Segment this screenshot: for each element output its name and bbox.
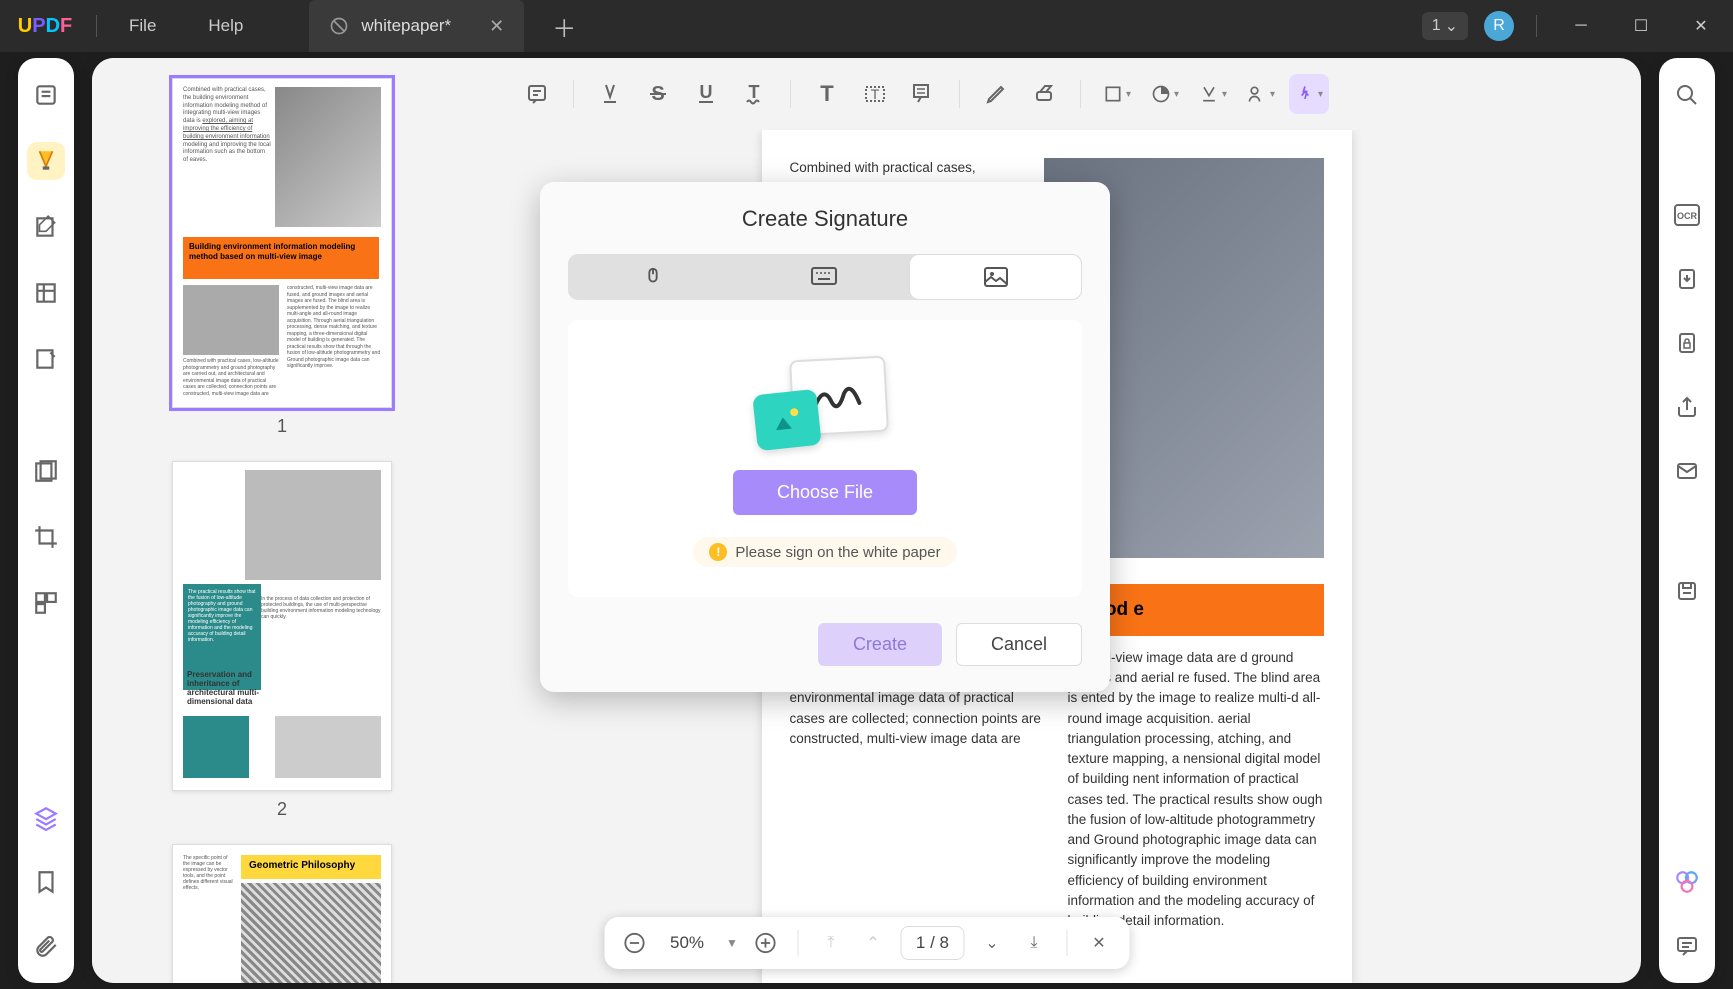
tab-title: whitepaper* (361, 16, 451, 36)
title-bar: UPDF File Help whitepaper* ✕ ＋ 1 ⌄ R ─ ☐… (0, 0, 1733, 52)
create-signature-dialog: Create Signature Choose File !Please sig… (540, 182, 1110, 692)
tab-close-button[interactable]: ✕ (489, 16, 504, 37)
create-button[interactable]: Create (818, 623, 942, 666)
divider (1536, 15, 1537, 37)
divider (96, 15, 97, 37)
user-avatar[interactable]: R (1484, 11, 1514, 41)
signature-method-tabs (568, 254, 1082, 300)
menu-help[interactable]: Help (182, 16, 269, 36)
document-tab[interactable]: whitepaper* ✕ (309, 0, 524, 52)
cancel-button[interactable]: Cancel (956, 623, 1082, 666)
blocked-icon (329, 16, 349, 36)
app-logo: UPDF (0, 15, 90, 38)
dialog-title: Create Signature (568, 206, 1082, 232)
window-maximize-button[interactable]: ☐ (1619, 6, 1663, 46)
choose-file-button[interactable]: Choose File (733, 470, 917, 515)
window-minimize-button[interactable]: ─ (1559, 6, 1603, 46)
signature-keyboard-tab[interactable] (739, 254, 910, 300)
page-count-dropdown[interactable]: 1 ⌄ (1422, 12, 1468, 40)
chevron-down-icon: ⌄ (1445, 16, 1458, 36)
new-tab-button[interactable]: ＋ (552, 9, 576, 44)
signature-mouse-tab[interactable] (568, 254, 739, 300)
upload-illustration-icon (745, 352, 905, 452)
signature-drop-area: Choose File !Please sign on the white pa… (568, 320, 1082, 597)
signature-warning: !Please sign on the white paper (693, 537, 956, 567)
page-count-value: 1 (1432, 17, 1441, 35)
warning-icon: ! (709, 543, 727, 561)
signature-image-tab[interactable] (909, 254, 1082, 300)
window-close-button[interactable]: ✕ (1679, 6, 1723, 46)
menu-file[interactable]: File (103, 16, 182, 36)
modal-overlay: Create Signature Choose File !Please sig… (0, 52, 1733, 989)
